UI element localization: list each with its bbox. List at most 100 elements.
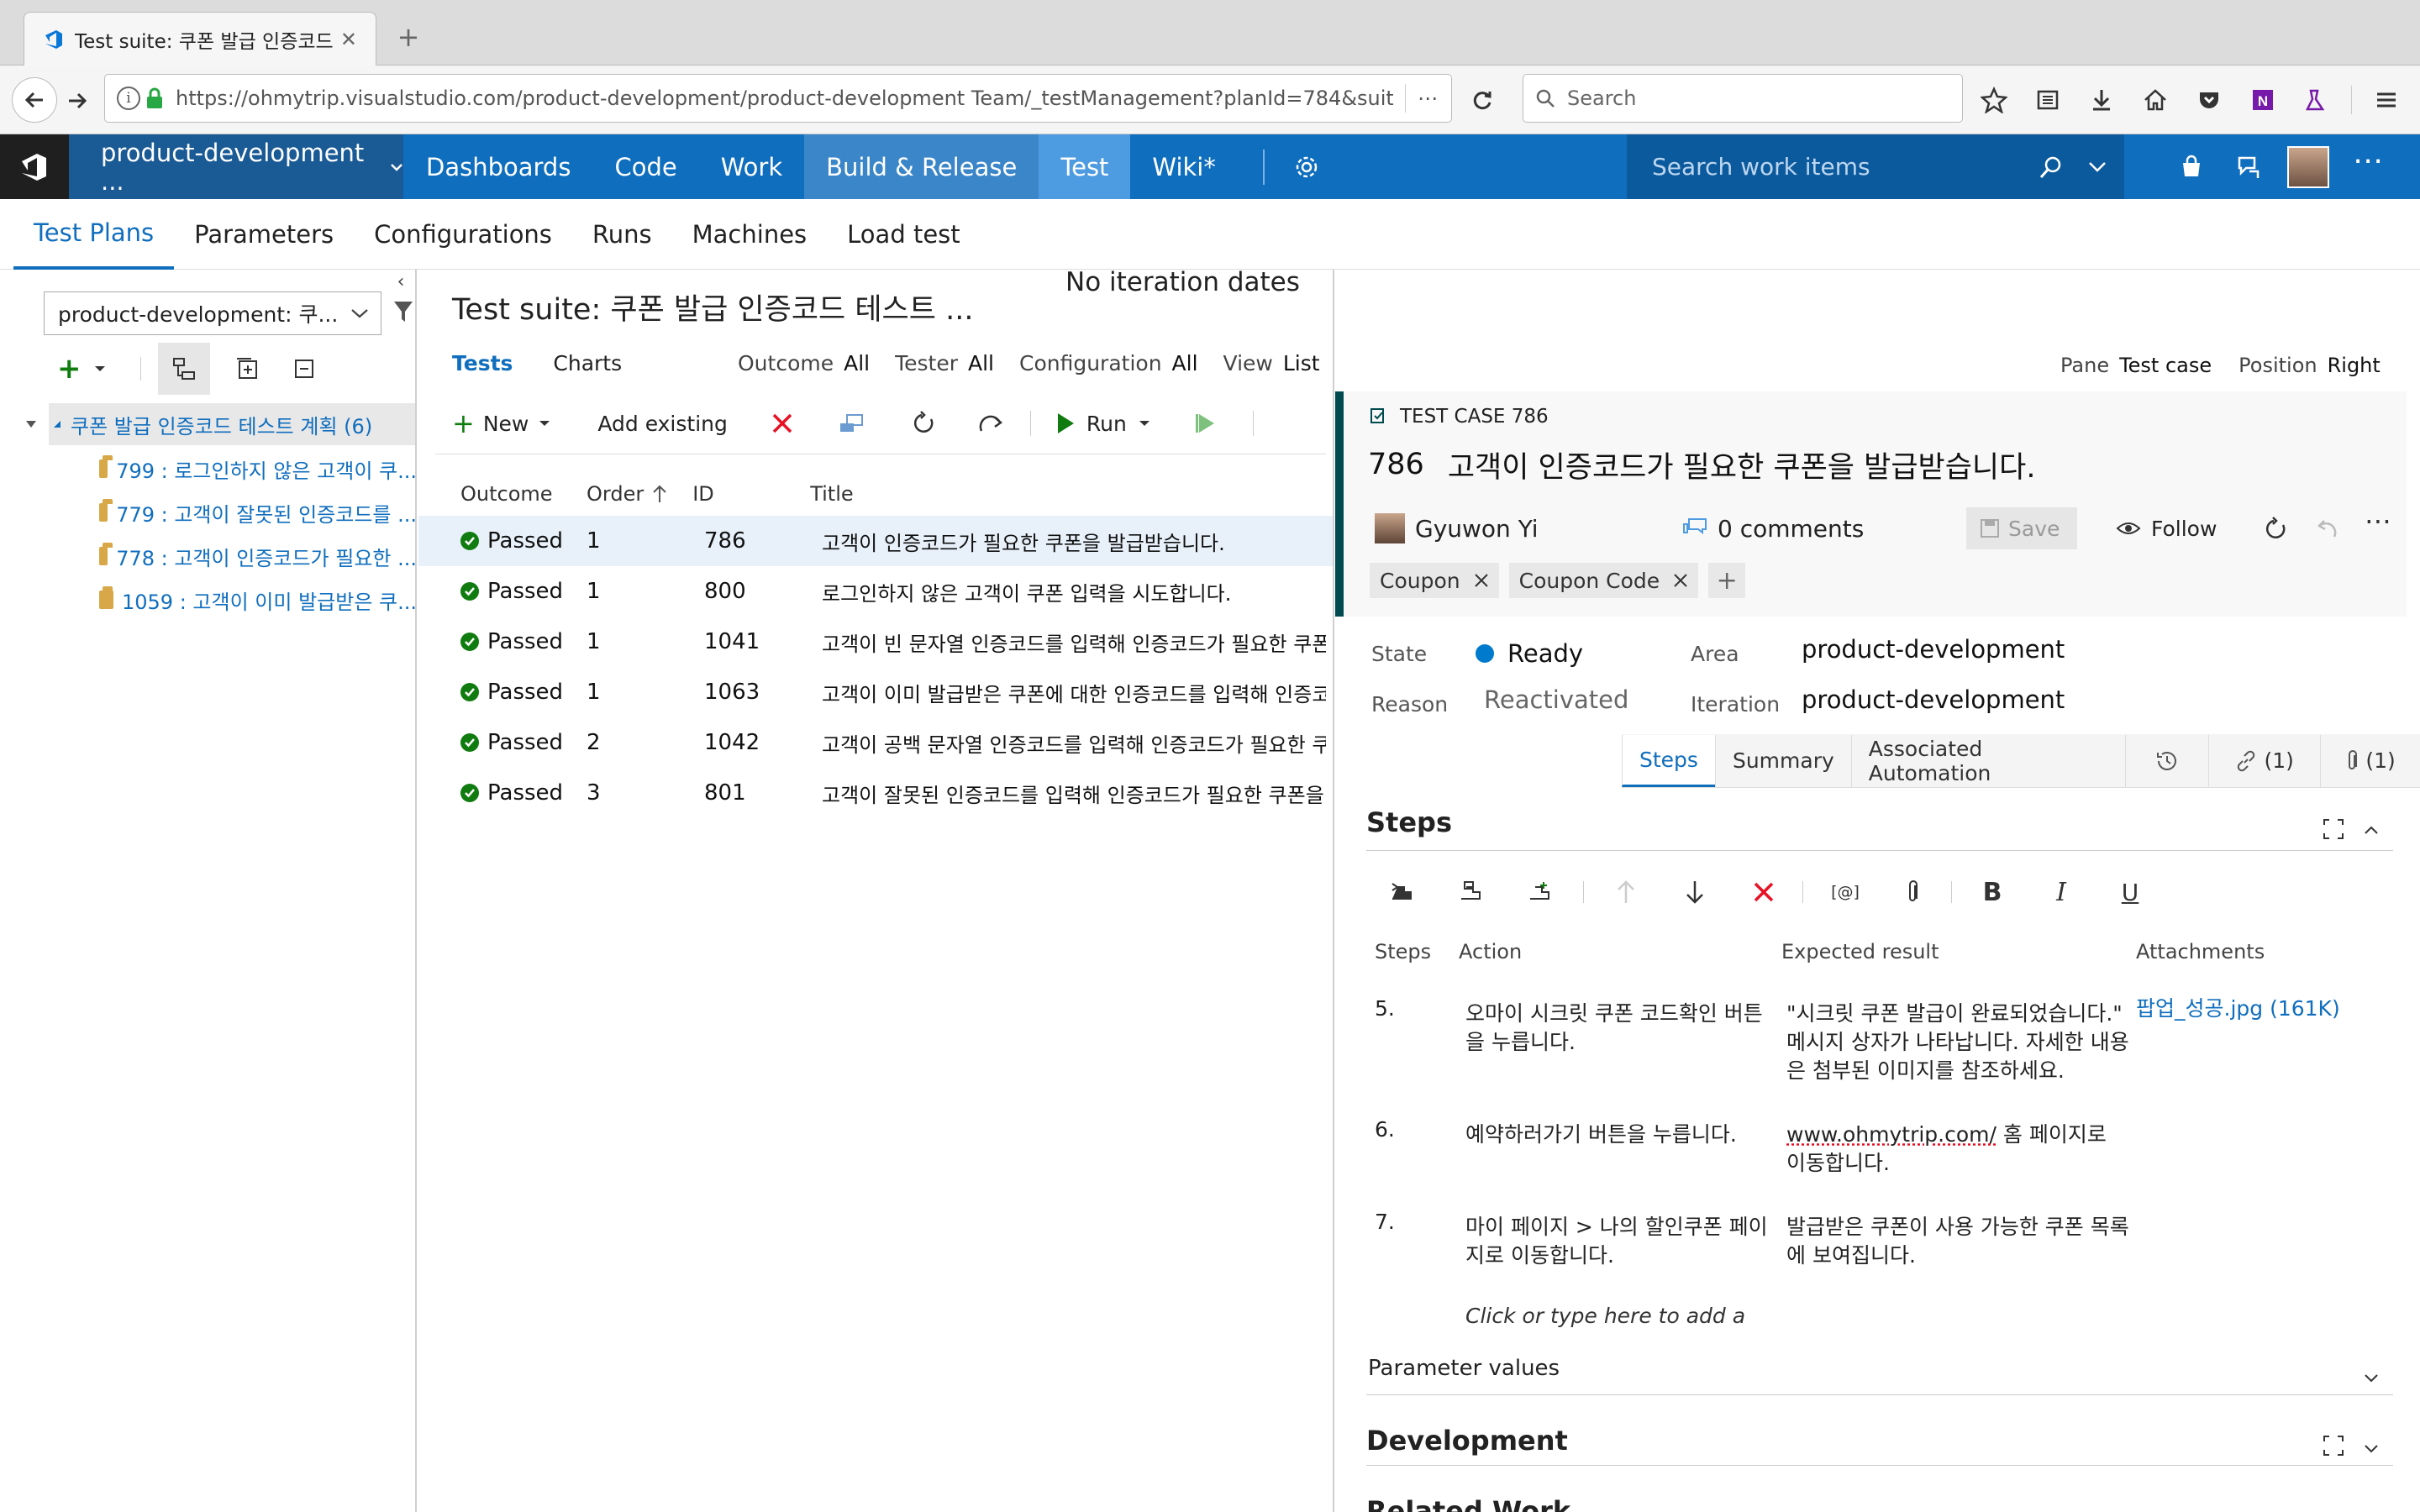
step-action[interactable]: 마이 페이지 > 나의 할인쿠폰 페이지로 이동합니다. bbox=[1465, 1213, 1776, 1270]
more-options-icon[interactable]: ⋯ bbox=[2349, 144, 2386, 190]
subnav-configurations[interactable]: Configurations bbox=[354, 199, 572, 270]
attachment-paperclip-icon[interactable] bbox=[1894, 880, 1931, 904]
vsts-logo-icon[interactable] bbox=[0, 134, 69, 199]
extension-icon[interactable] bbox=[2297, 81, 2336, 119]
step-action[interactable]: 예약하러가기 버튼을 누릅니다. bbox=[1465, 1121, 1776, 1149]
run-with-options-icon[interactable] bbox=[1195, 412, 1216, 434]
refresh-icon[interactable] bbox=[911, 411, 936, 436]
assignee-name[interactable]: Gyuwon Yi bbox=[1415, 515, 1539, 543]
step-row[interactable]: 5. 오마이 시크릿 쿠폰 코드확인 버튼을 누릅니다. "시크릿 쿠폰 발급이… bbox=[1375, 995, 2400, 1095]
table-row[interactable]: Passed 2 1042 고객이 공백 문자열 인증코드를 입력해 인증코드가… bbox=[460, 717, 1333, 768]
project-selector[interactable]: product-development ... bbox=[69, 134, 403, 199]
search-icon[interactable] bbox=[2039, 155, 2064, 180]
add-existing-button[interactable]: Add existing bbox=[597, 412, 728, 436]
chevron-down-icon[interactable] bbox=[2361, 1438, 2381, 1458]
work-item-search[interactable]: Search work items bbox=[1627, 134, 2124, 199]
delete-step-x-icon[interactable] bbox=[1745, 882, 1782, 902]
filter-icon[interactable] bbox=[392, 297, 415, 326]
new-button[interactable]: New bbox=[483, 412, 529, 436]
table-row[interactable]: Passed 1 1041 고객이 빈 문자열 인증코드를 입력해 인증코드가 … bbox=[460, 617, 1333, 667]
feedback-icon[interactable] bbox=[2230, 155, 2267, 180]
forward-icon[interactable] bbox=[60, 84, 94, 118]
subnav-parameters[interactable]: Parameters bbox=[174, 199, 354, 270]
new-tab-icon[interactable]: + bbox=[393, 21, 424, 53]
maximize-icon[interactable] bbox=[2321, 816, 2346, 842]
pane-selector[interactable]: Test case bbox=[2119, 354, 2212, 377]
reading-list-icon[interactable] bbox=[2028, 81, 2067, 119]
view-filter[interactable]: List bbox=[1283, 351, 1320, 375]
insert-shared-steps-icon[interactable] bbox=[1452, 880, 1489, 904]
expand-all-icon[interactable] bbox=[229, 356, 266, 381]
maximize-icon[interactable] bbox=[2321, 1433, 2346, 1458]
browser-tab[interactable]: Test suite: 쿠폰 발급 인증코드 테 ✕ bbox=[24, 12, 376, 66]
add-tag-plus-icon[interactable]: + bbox=[1708, 563, 1746, 598]
table-row[interactable]: Passed 1 800 로그인하지 않은 고객이 쿠폰 입력을 시도합니다. bbox=[460, 566, 1333, 617]
suite-item[interactable]: 779 : 고객이 잘못된 인증코드를 ... bbox=[99, 491, 417, 534]
reload-icon[interactable] bbox=[1465, 84, 1499, 118]
add-suite-plus-icon[interactable]: + bbox=[57, 352, 82, 386]
user-avatar[interactable] bbox=[2287, 145, 2329, 188]
tab-attachments[interactable]: (1) bbox=[2320, 734, 2420, 787]
table-row[interactable]: Passed 1 1063 고객이 이미 발급받은 쿠폰에 대한 인증코드를 입… bbox=[460, 667, 1333, 717]
step-attachment-link[interactable]: 팝업_성공.jpg (161K) bbox=[2136, 995, 2340, 1023]
parameter-values-header[interactable]: Parameter values bbox=[1368, 1356, 1560, 1381]
remove-tag-close-icon[interactable] bbox=[1673, 573, 1688, 588]
tab-associated-automation[interactable]: Associated Automation bbox=[1850, 734, 2125, 787]
step-expected[interactable]: 발급받은 쿠폰이 사용 가능한 쿠폰 목록에 보여집니다. bbox=[1786, 1213, 2131, 1270]
url-bar[interactable]: i https://ohmytrip.visualstudio.com/prod… bbox=[104, 74, 1452, 123]
chevron-up-icon[interactable] bbox=[2361, 820, 2381, 840]
redo-icon[interactable] bbox=[978, 412, 1005, 434]
underline-icon[interactable]: U bbox=[2112, 879, 2149, 906]
tag-coupon-code[interactable]: Coupon Code bbox=[1508, 563, 1699, 598]
hamburger-menu-icon[interactable] bbox=[2367, 81, 2406, 119]
suite-item[interactable]: 1059 : 고객이 이미 발급받은 쿠... bbox=[99, 578, 417, 622]
position-selector[interactable]: Right bbox=[2328, 354, 2381, 377]
add-step-field[interactable]: Click or type here to add a bbox=[1465, 1304, 1745, 1328]
bookmark-star-icon[interactable] bbox=[1975, 81, 2013, 119]
development-section-title[interactable]: Development bbox=[1366, 1425, 1568, 1457]
tab-steps[interactable]: Steps bbox=[1622, 734, 1715, 787]
more-actions-icon[interactable]: ⋯ bbox=[2361, 505, 2395, 543]
tag-coupon[interactable]: Coupon bbox=[1370, 563, 1499, 598]
run-button[interactable]: Run bbox=[1086, 412, 1127, 436]
step-expected[interactable]: "시크릿 쿠폰 발급이 완료되었습니다." 메시지 상자가 나타납니다. 자세한… bbox=[1786, 1000, 2131, 1085]
comments-link[interactable]: 0 comments bbox=[1682, 507, 1864, 549]
refresh-icon[interactable] bbox=[2260, 514, 2291, 544]
reason-value[interactable]: Reactivated bbox=[1484, 685, 1628, 714]
nav-wiki[interactable]: Wiki* bbox=[1130, 134, 1237, 199]
nav-test[interactable]: Test bbox=[1039, 134, 1131, 199]
subnav-load-test[interactable]: Load test bbox=[827, 199, 980, 270]
run-play-icon[interactable] bbox=[1056, 412, 1075, 434]
subnav-machines[interactable]: Machines bbox=[672, 199, 828, 270]
nav-dashboards[interactable]: Dashboards bbox=[404, 134, 592, 199]
suite-item[interactable]: 778 : 고객이 인증코드가 필요한 ... bbox=[99, 534, 417, 578]
test-plan-selector[interactable]: product-development: 쿠... bbox=[44, 291, 381, 335]
delete-x-icon[interactable] bbox=[771, 412, 793, 434]
suite-item[interactable]: 799 : 로그인하지 않은 고객이 쿠... bbox=[99, 447, 417, 491]
area-value[interactable]: product-development bbox=[1802, 635, 2065, 664]
step-row[interactable]: 7. 마이 페이지 > 나의 할인쿠폰 페이지로 이동합니다. 발급받은 쿠폰이… bbox=[1375, 1208, 2400, 1284]
step-action[interactable]: 오마이 시크릿 쿠폰 코드확인 버튼을 누릅니다. bbox=[1465, 1000, 1776, 1057]
step-expected[interactable]: www.ohmytrip.com/ 홈 페이지로 이동합니다. bbox=[1786, 1121, 2131, 1178]
tab-charts[interactable]: Charts bbox=[553, 351, 622, 375]
step-row[interactable]: 6. 예약하러가기 버튼을 누릅니다. www.ohmytrip.com/ 홈 … bbox=[1375, 1116, 2400, 1191]
tester-filter[interactable]: All bbox=[968, 351, 994, 375]
nav-build-release[interactable]: Build & Release bbox=[804, 134, 1039, 199]
chevron-down-icon[interactable] bbox=[2361, 1368, 2381, 1388]
italic-icon[interactable]: I bbox=[2043, 878, 2080, 907]
col-outcome[interactable]: Outcome bbox=[460, 482, 587, 506]
configuration-filter[interactable]: All bbox=[1172, 351, 1198, 375]
iteration-value[interactable]: product-development bbox=[1802, 685, 2065, 714]
close-tab-icon[interactable]: ✕ bbox=[340, 28, 357, 51]
chevron-down-icon[interactable] bbox=[1139, 419, 1150, 428]
chevron-down-icon[interactable] bbox=[2087, 160, 2107, 174]
col-title[interactable]: Title bbox=[810, 482, 853, 506]
nav-code[interactable]: Code bbox=[592, 134, 698, 199]
tab-history[interactable] bbox=[2125, 734, 2208, 787]
settings-gear-icon[interactable] bbox=[1290, 150, 1323, 184]
table-row[interactable]: Passed 1 786 고객이 인증코드가 필요한 쿠폰을 발급받습니다. bbox=[460, 516, 1333, 566]
work-item-title[interactable]: 고객이 인증코드가 필요한 쿠폰을 발급받습니다. bbox=[1448, 444, 2036, 486]
col-id[interactable]: ID bbox=[692, 482, 810, 506]
expected-url-link[interactable]: www.ohmytrip.com/ bbox=[1786, 1122, 1996, 1147]
insert-step-icon[interactable] bbox=[1383, 880, 1420, 904]
